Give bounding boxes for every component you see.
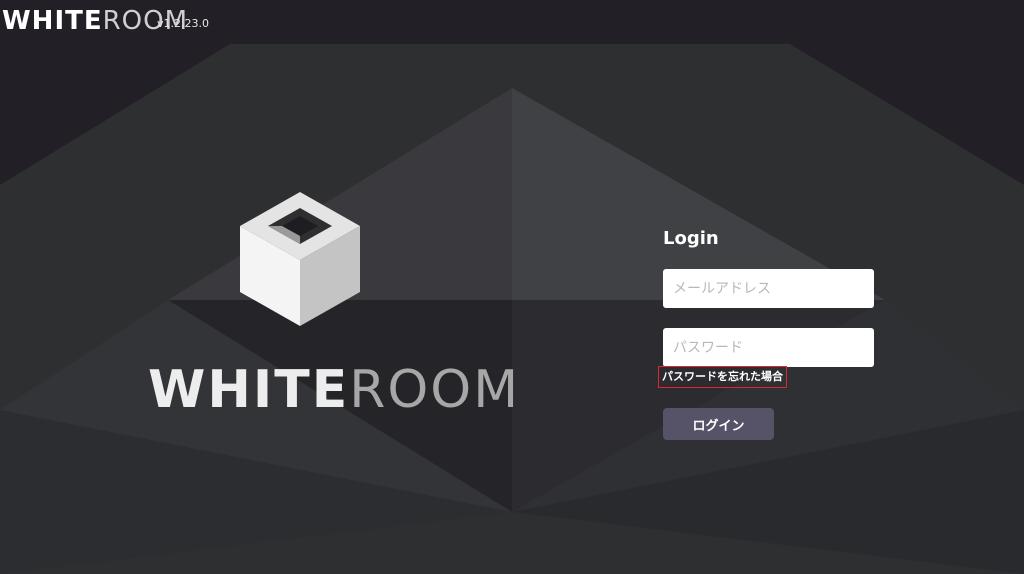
hero-logo: WHITEROOM <box>148 360 520 420</box>
version-label: v1.2.23.0 <box>157 17 209 30</box>
header-logo-white: WHITE <box>2 6 103 36</box>
login-button[interactable]: ログイン <box>663 408 774 440</box>
hero-logo-room: ROOM <box>349 360 521 420</box>
hero-logo-white: WHITE <box>148 360 350 420</box>
password-input[interactable] <box>663 328 874 367</box>
forgot-password-link[interactable]: パスワードを忘れた場合 <box>658 366 787 388</box>
login-screen: WHITEROOM v1.2.23.0 WHITEROOM Login パスワー… <box>0 0 1024 574</box>
top-bar: WHITEROOM v1.2.23.0 <box>0 0 1024 44</box>
email-input[interactable] <box>663 269 874 308</box>
cube-logo-icon <box>240 192 360 326</box>
login-title: Login <box>663 228 719 249</box>
